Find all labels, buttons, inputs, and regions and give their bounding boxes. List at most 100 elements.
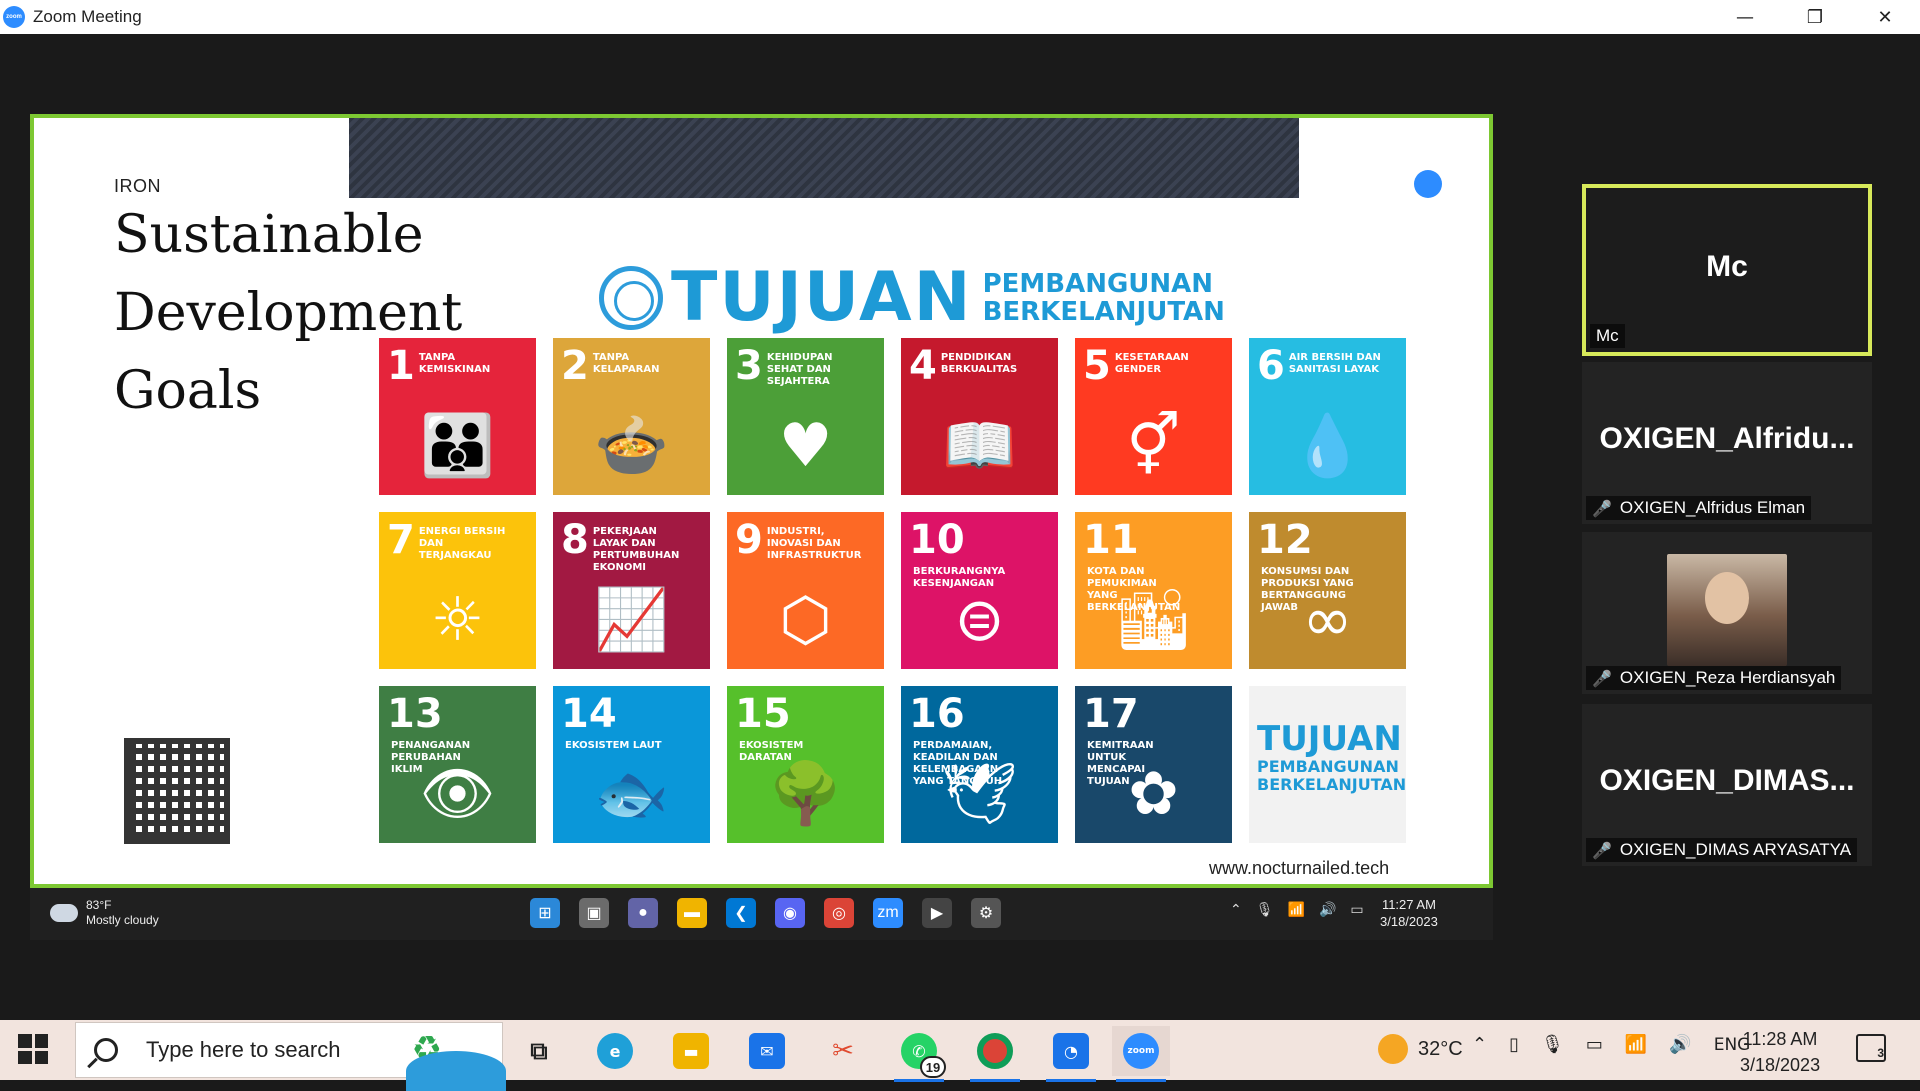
- bowl-icon: 🍲: [594, 411, 669, 481]
- sdg-goal-tile: 1 TANPA KEMISKINAN 👪: [379, 338, 536, 495]
- sdg-logo-tile: TUJUAN PEMBANGUNAN BERKELANJUTAN: [1249, 686, 1406, 843]
- slide-title-line: Sustainable: [114, 205, 424, 265]
- participant-name-label: 🎤 OXIGEN_DIMAS ARYASATYA: [1586, 838, 1858, 862]
- close-button[interactable]: ✕: [1850, 0, 1920, 34]
- app-button[interactable]: ◔: [1042, 1026, 1100, 1082]
- chrome-button[interactable]: [966, 1026, 1024, 1082]
- participant-display-name: OXIGEN_DIMAS...: [1599, 764, 1855, 797]
- sdg-goal-label: TANPA KEMISKINAN: [418, 352, 491, 375]
- shared-slide: IRON Sustainable Development Goals TUJUA…: [30, 114, 1493, 888]
- participant-video: [1667, 554, 1787, 666]
- sdg-logo-sub: BERKELANJUTAN: [1257, 775, 1406, 794]
- dove-icon: 🕊: [941, 759, 1018, 829]
- sdg-goal-label: AIR BERSIH DAN SANITASI LAYAK: [1288, 352, 1381, 375]
- notification-badge: 19: [920, 1056, 946, 1078]
- presenter-brand-icon: [1414, 170, 1442, 198]
- cloud-icon: [50, 904, 78, 922]
- participant-name: Mc: [1596, 326, 1619, 345]
- sdg-goal-tile: 2 TANPA KELAPARAN 🍲: [553, 338, 710, 495]
- weather-sun-icon: [1378, 1034, 1408, 1064]
- battery-icon: ▭: [1350, 902, 1364, 918]
- mic-muted-icon: 🎤: [1592, 668, 1612, 688]
- windows-start-button[interactable]: [18, 1034, 48, 1064]
- book-icon: 📖: [942, 411, 1017, 481]
- equal-icon: ⊜: [954, 585, 1005, 655]
- task-view-icon: ⧉: [530, 1037, 548, 1065]
- title-bar: zoom Zoom Meeting — ❐ ✕: [0, 0, 1920, 34]
- settings-icon: ⚙: [971, 898, 1001, 928]
- globe-icon: [406, 1051, 506, 1091]
- participant-tile-mc[interactable]: Mc Mc: [1582, 184, 1872, 356]
- sdg-header-sub-line: PEMBANGUNAN: [982, 268, 1214, 299]
- task-view-button[interactable]: ⧉: [510, 1026, 568, 1076]
- un-emblem-icon: [599, 265, 663, 330]
- participant-tile-reza[interactable]: 🎤 OXIGEN_Reza Herdiansyah: [1582, 532, 1872, 694]
- cubes-icon: ⬡: [779, 585, 832, 655]
- zoom-window: zoom Zoom Meeting — ❐ ✕ IRON Sustainable…: [0, 0, 1920, 1091]
- sdg-goal-number: 7: [387, 517, 415, 563]
- volume-icon[interactable]: 🔊: [1669, 1034, 1691, 1055]
- sdg-header: TUJUAN PEMBANGUNAN BERKELANJUTAN: [599, 258, 1225, 337]
- microphone-icon: 🎙: [1255, 902, 1274, 918]
- teams-chat-icon: ●: [628, 898, 658, 928]
- sdg-goal-number: 6: [1257, 343, 1285, 389]
- slide-url: www.nocturnailed.tech: [1209, 858, 1390, 878]
- taskbar-weather[interactable]: 32°C: [1378, 1034, 1463, 1064]
- participant-display-name: Mc: [1706, 250, 1748, 283]
- edge-button[interactable]: e: [586, 1026, 644, 1076]
- sdg-goal-tile: 4 PENDIDIKAN BERKUALITAS 📖: [901, 338, 1058, 495]
- city-icon: 🏙: [1115, 585, 1192, 655]
- sdg-goal-tile: 8 PEKERJAAN LAYAK DAN PERTUMBUHAN EKONOMI…: [553, 512, 710, 669]
- system-tray: ⌃ ▯ 🎙 ▭ 📶 🔊 ENG: [1472, 1034, 1750, 1055]
- shared-screen[interactable]: IRON Sustainable Development Goals TUJUA…: [30, 114, 1493, 940]
- app-icon: ◔: [1053, 1033, 1089, 1069]
- shared-taskbar: 83°F Mostly cloudy ⊞ ▣ ● ▬ ❮ ◉ ◎ zm ▶ ⚙ ⌃ 🎙 📶 🔊 ▭…: [30, 888, 1493, 940]
- participant-tile-dimas[interactable]: OXIGEN_DIMAS... 🎤 OXIGEN_DIMAS ARYASATYA: [1582, 704, 1872, 866]
- slide-label: IRON: [114, 176, 161, 196]
- device-icon[interactable]: ▯: [1509, 1034, 1519, 1055]
- search-box[interactable]: Type here to search ♻: [75, 1022, 506, 1091]
- zoom-taskbar-button[interactable]: zoom: [1112, 1026, 1170, 1082]
- snipping-tool-button[interactable]: ✂: [814, 1026, 872, 1076]
- participant-tile-alfridus[interactable]: OXIGEN_Alfridu... 🎤 OXIGEN_Alfridus Elma…: [1582, 362, 1872, 524]
- sdg-goal-number: 8: [561, 517, 589, 563]
- family-icon: 👪: [420, 411, 495, 481]
- wifi-icon: 📶: [1287, 902, 1305, 918]
- sdg-goal-tile: 6 AIR BERSIH DAN SANITASI LAYAK 💧: [1249, 338, 1406, 495]
- mail-button[interactable]: ✉: [738, 1026, 796, 1076]
- power-icon: ☼: [430, 585, 485, 655]
- sdg-goal-tile: 12KONSUMSI DAN PRODUKSI YANG BERTANGGUNG…: [1249, 512, 1406, 669]
- sdg-goal-number: 10: [909, 517, 965, 563]
- sdg-logo-sub: PEMBANGUNAN: [1257, 757, 1399, 776]
- battery-icon[interactable]: ▭: [1586, 1034, 1603, 1055]
- sdg-goal-label: EKOSISTEM LAUT: [565, 740, 662, 751]
- file-explorer-button[interactable]: ▬: [662, 1026, 720, 1076]
- sdg-goal-number: 4: [909, 343, 937, 389]
- chevron-up-icon[interactable]: ⌃: [1472, 1034, 1487, 1055]
- sdg-goal-tile: 13PENANGANAN PERUBAHAN IKLIM 👁: [379, 686, 536, 843]
- sdg-goal-label: KEHIDUPAN SEHAT DAN SEJAHTERA: [766, 352, 833, 387]
- rings-icon: ✿: [1128, 759, 1179, 829]
- chrome-icon: [977, 1033, 1013, 1069]
- folder-icon: ▬: [673, 1033, 709, 1069]
- window-title: Zoom Meeting: [33, 7, 142, 26]
- restore-button[interactable]: ❐: [1780, 0, 1850, 34]
- microphone-icon[interactable]: 🎙: [1541, 1034, 1564, 1055]
- whatsapp-button[interactable]: ✆ 19: [890, 1026, 948, 1082]
- participant-name-label: 🎤 OXIGEN_Reza Herdiansyah: [1586, 666, 1842, 690]
- sdg-goal-tile: 15EKOSISTEM DARATAN 🌳: [727, 686, 884, 843]
- sdg-goal-number: 16: [909, 691, 965, 737]
- notifications-button[interactable]: 3: [1856, 1034, 1886, 1062]
- heartbeat-icon: ♥: [778, 411, 833, 481]
- vscode-icon: ❮: [726, 898, 756, 928]
- taskbar-clock[interactable]: 11:28 AM 3/18/2023: [1740, 1026, 1820, 1078]
- mic-muted-icon: 🎤: [1592, 840, 1612, 860]
- sdg-goal-tile: 3 KEHIDUPAN SEHAT DAN SEJAHTERA ♥: [727, 338, 884, 495]
- sdg-goal-tile: 5 KESETARAAN GENDER ⚥: [1075, 338, 1232, 495]
- chevron-up-icon: ⌃: [1230, 902, 1242, 918]
- sdg-goal-number: 1: [387, 343, 415, 389]
- windows-logo-icon: [34, 1050, 48, 1064]
- wifi-icon[interactable]: 📶: [1625, 1034, 1647, 1055]
- minimize-button[interactable]: —: [1710, 0, 1780, 34]
- zoom-logo-icon: zoom: [3, 6, 25, 28]
